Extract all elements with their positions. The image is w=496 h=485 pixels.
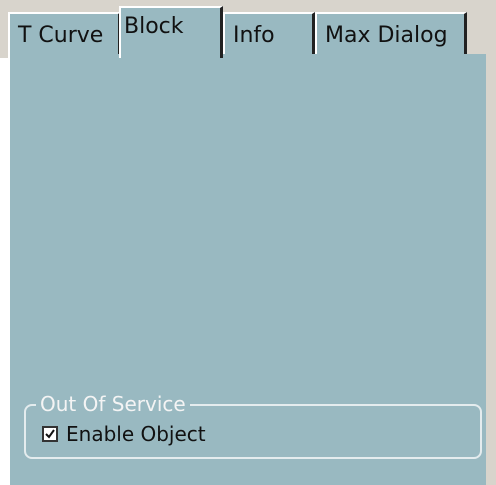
tab-t-curve-label: T Curve xyxy=(18,23,104,48)
enable-object-label: Enable Object xyxy=(66,422,206,446)
tab-info-label: Info xyxy=(233,23,275,48)
dialog-window: T Curve Info Max Dialog Block Out Of Ser… xyxy=(0,0,496,485)
tab-t-curve[interactable]: T Curve xyxy=(8,12,121,54)
checkmark-icon xyxy=(45,429,55,439)
tab-block-label: Block xyxy=(124,14,184,39)
tab-max-dialog-label: Max Dialog xyxy=(325,23,448,48)
tab-panel-block: Out Of Service Enable Object xyxy=(8,54,486,485)
enable-object-checkbox[interactable] xyxy=(42,426,58,442)
tab-strip: T Curve Info Max Dialog Block xyxy=(0,0,496,58)
out-of-service-group-title: Out Of Service xyxy=(36,392,190,416)
dialog-right-edge xyxy=(486,0,496,485)
tab-info[interactable]: Info xyxy=(223,12,315,54)
out-of-service-group: Out Of Service Enable Object xyxy=(24,392,482,459)
tab-block[interactable]: Block xyxy=(119,6,223,58)
tab-max-dialog[interactable]: Max Dialog xyxy=(315,12,467,54)
